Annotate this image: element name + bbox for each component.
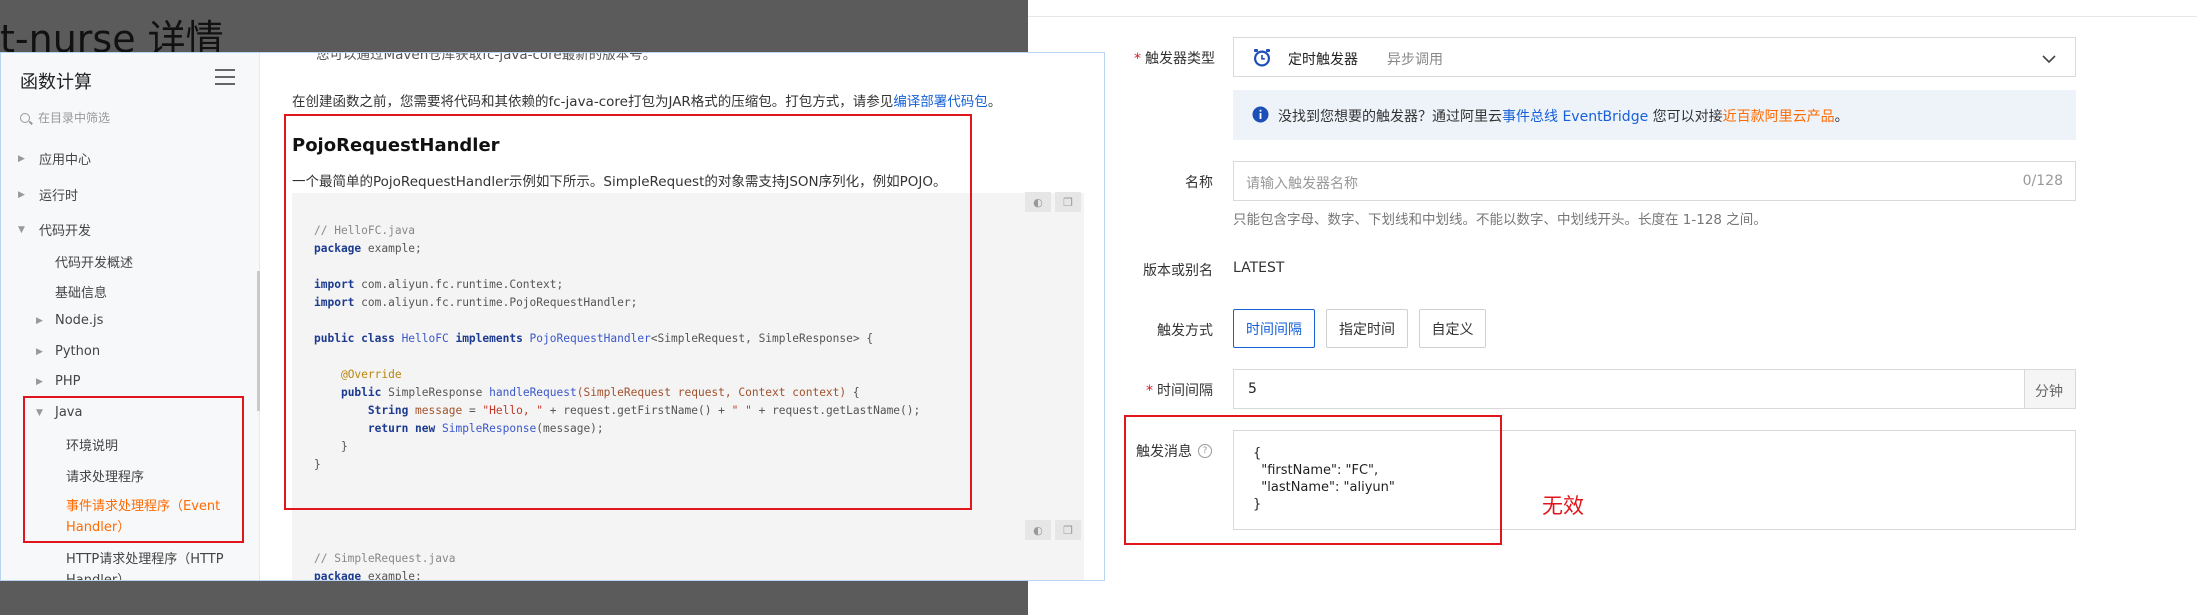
- sidebar-title: 函数计算: [20, 72, 92, 93]
- version-value: LATEST: [1233, 260, 1285, 276]
- sidebar-item-label: 基础信息: [55, 286, 108, 301]
- code-highlight-box: [284, 114, 972, 510]
- sidebar-item-label: Handler）: [66, 570, 224, 580]
- mode-specific-time-button[interactable]: 指定时间: [1326, 309, 1408, 348]
- sidebar-item-code-overview[interactable]: 代码开发概述: [55, 252, 133, 271]
- docs-content: 您可以通过Maven仓库获取fc-java-core最新的版本号。 在创建函数之…: [260, 53, 1104, 580]
- invalid-annotation: 无效: [1542, 494, 1584, 518]
- name-placeholder: 请输入触发器名称: [1246, 176, 1358, 192]
- trigger-type-label: * 触发器类型: [1134, 51, 1215, 67]
- trigger-type-value: 定时触发器: [1288, 52, 1358, 68]
- code-text: example;: [361, 570, 422, 581]
- build-deploy-link[interactable]: 编译部署代码包: [893, 94, 988, 110]
- docs-sidebar: 函数计算 在目录中筛选 ▶ 应用中心 ▶ 运行时 ▼ 代码开发 代码开发概述 基础信息…: [1, 53, 260, 580]
- info-text-suffix: 。: [1834, 109, 1849, 125]
- clock-icon: [1252, 48, 1272, 68]
- caret-right-icon: ▶: [36, 376, 43, 387]
- sidebar-item-runtime[interactable]: ▶ 运行时: [18, 185, 78, 204]
- caret-right-icon: ▶: [36, 315, 43, 326]
- name-hint: 只能包含字母、数字、下划线和中划线。不能以数字、中划线开头。长度在 1-128 …: [1233, 212, 1767, 228]
- chevron-down-icon: [2041, 50, 2057, 69]
- sidebar-item-basic-info[interactable]: 基础信息: [55, 282, 107, 301]
- code-listing-2: // SimpleRequest.java package example;: [314, 550, 455, 581]
- sidebar-item-label: PHP: [55, 374, 81, 389]
- name-input[interactable]: 请输入触发器名称 0/128: [1233, 161, 2076, 201]
- trigger-type-select[interactable]: 定时触发器 异步调用: [1233, 37, 2076, 77]
- code-line: // SimpleRequest.java: [314, 550, 455, 568]
- java-section-highlight-box: [23, 396, 244, 543]
- menu-icon[interactable]: [215, 69, 235, 85]
- caret-down-icon: ▼: [18, 224, 25, 235]
- trigger-type-label-text: 触发器类型: [1145, 51, 1215, 67]
- sidebar-item-label: 应用中心: [39, 153, 92, 168]
- sidebar-item-label: Python: [55, 344, 101, 359]
- code-tools-2: ◐ ❐: [1025, 520, 1081, 540]
- sidebar-item-label: Node.js: [55, 313, 104, 328]
- theme-toggle-icon[interactable]: ◐: [1025, 520, 1051, 540]
- interval-input[interactable]: 5: [1233, 369, 2025, 409]
- sidebar-item-app-center[interactable]: ▶ 应用中心: [18, 149, 91, 168]
- sidebar-item-label: 代码开发概述: [55, 256, 134, 271]
- aliyun-products-link[interactable]: 近百款阿里云产品: [1723, 109, 1835, 125]
- docs-panel: 函数计算 在目录中筛选 ▶ 应用中心 ▶ 运行时 ▼ 代码开发 代码开发概述 基础信息…: [0, 52, 1105, 581]
- filter-placeholder: 在目录中筛选: [38, 111, 111, 125]
- caret-right-icon: ▶: [18, 189, 25, 200]
- sidebar-item-label: HTTP请求处理程序（HTTP: [66, 552, 224, 567]
- name-label: 名称: [1185, 175, 1213, 191]
- version-label: 版本或别名: [1143, 263, 1213, 279]
- sidebar-item-code-dev[interactable]: ▼ 代码开发: [18, 220, 91, 239]
- caret-right-icon: ▶: [36, 346, 43, 357]
- sidebar-item-python[interactable]: ▶ Python: [36, 344, 100, 359]
- sidebar-filter[interactable]: 在目录中筛选: [20, 109, 110, 126]
- copy-icon[interactable]: ❐: [1055, 520, 1081, 540]
- sidebar-item-label: 代码开发: [39, 224, 92, 239]
- eventbridge-link[interactable]: 事件总线 EventBridge: [1502, 109, 1648, 125]
- code-comment: // SimpleRequest.java: [314, 552, 456, 565]
- mode-label: 触发方式: [1157, 323, 1213, 339]
- interval-label: * 时间间隔: [1146, 383, 1213, 399]
- sidebar-item-label: 运行时: [39, 189, 79, 204]
- interval-label-text: 时间间隔: [1157, 383, 1213, 399]
- name-counter: 0/128: [2022, 173, 2063, 189]
- top-divider: [1028, 16, 2197, 17]
- info-banner: 没找到您想要的触发器？通过阿里云事件总线 EventBridge 您可以对接近百…: [1233, 90, 2076, 140]
- search-icon: [20, 112, 30, 123]
- interval-value: 5: [1248, 381, 1257, 397]
- intro-suffix: 。: [987, 94, 1002, 110]
- code-tools-1: ◐ ❐: [1025, 192, 1081, 212]
- mode-interval-button[interactable]: 时间间隔: [1233, 309, 1315, 348]
- intro-text: 在创建函数之前，您需要将代码和其依赖的fc-java-core打包为JAR格式的…: [292, 94, 894, 110]
- caret-right-icon: ▶: [18, 153, 25, 164]
- interval-unit-text: 分钟: [2035, 384, 2063, 400]
- sidebar-item-http-handler[interactable]: HTTP请求处理程序（HTTP Handler）: [66, 549, 224, 580]
- trigger-type-sub: 异步调用: [1387, 52, 1443, 68]
- info-text-prefix: 没找到您想要的触发器？通过阿里云: [1278, 109, 1502, 125]
- info-icon: [1252, 106, 1269, 127]
- sidebar-item-nodejs[interactable]: ▶ Node.js: [36, 313, 103, 328]
- interval-unit: 分钟: [2024, 369, 2076, 409]
- copy-icon[interactable]: ❐: [1055, 192, 1081, 212]
- maven-note: 您可以通过Maven仓库获取fc-java-core最新的版本号。: [316, 52, 657, 63]
- code-line: package example;: [314, 568, 455, 581]
- info-text-mid: 您可以对接: [1648, 109, 1723, 125]
- intro-paragraph: 在创建函数之前，您需要将代码和其依赖的fc-java-core打包为JAR格式的…: [292, 90, 1001, 110]
- mode-custom-button[interactable]: 自定义: [1419, 309, 1486, 348]
- theme-toggle-icon[interactable]: ◐: [1025, 192, 1051, 212]
- message-highlight-box: [1124, 415, 1502, 545]
- code-keyword: package: [314, 570, 362, 581]
- sidebar-item-php[interactable]: ▶ PHP: [36, 374, 80, 389]
